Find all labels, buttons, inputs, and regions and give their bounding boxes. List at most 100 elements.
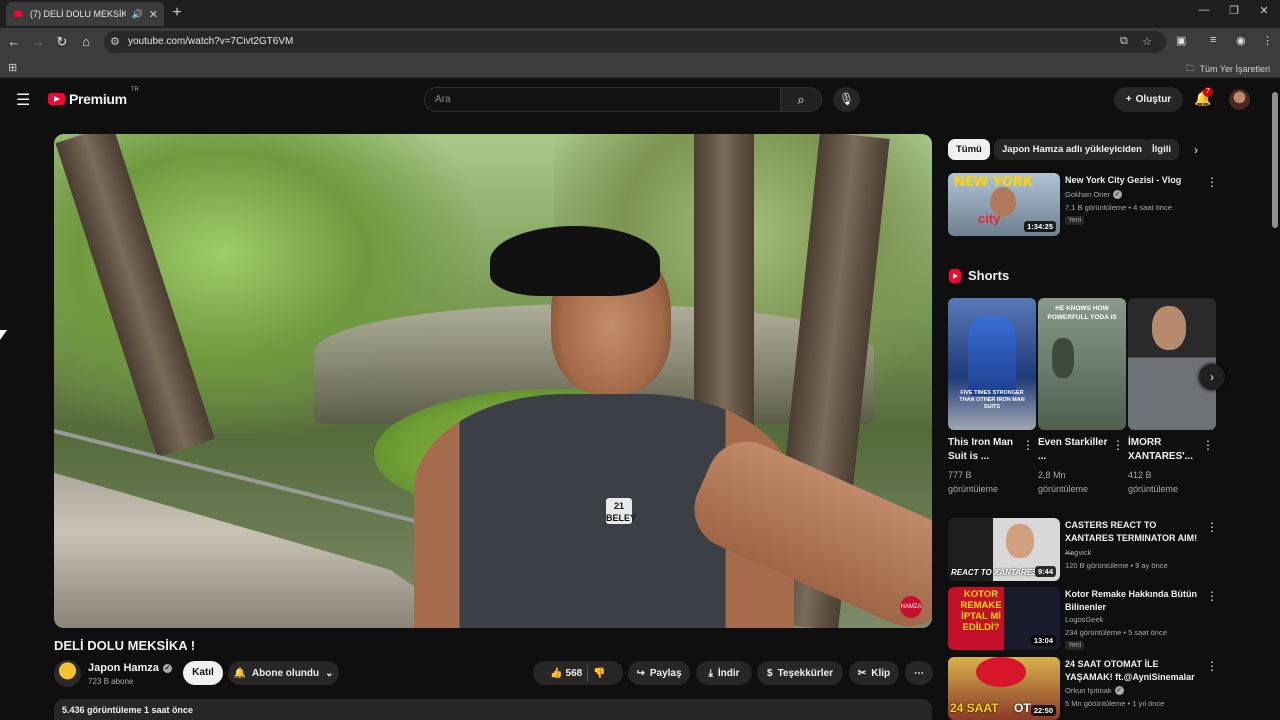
voice-search-button[interactable]: 🎙 [833, 87, 860, 112]
create-button[interactable]: + Oluştur [1114, 87, 1183, 112]
recommendation-channel: Gokhan Oner [1065, 190, 1111, 199]
subscribed-button[interactable]: 🔔 Abone olundu ⌄ [228, 661, 339, 685]
bell-icon: 🔔 [233, 667, 246, 679]
short-thumbnail[interactable]: FIVE TIMES STRONGER THAN OTHER IRON MAN … [948, 298, 1036, 430]
all-bookmarks-button[interactable]: 🗀 Tüm Yer İşaretleri [1185, 61, 1270, 77]
notifications-button[interactable]: 🔔 7 [1194, 87, 1213, 107]
join-button[interactable]: Katıl [183, 661, 223, 685]
recommendation-thumbnail[interactable]: 24 SAAT OT 22:50 [948, 657, 1060, 720]
close-tab-icon[interactable]: ✕ [149, 8, 158, 21]
short-thumbnail[interactable]: HE KNOWS HOW POWERFULL YODA IS [1038, 298, 1126, 430]
site-info-icon[interactable]: ⚙ [110, 35, 120, 48]
shorts-next-icon[interactable]: › [1199, 364, 1225, 390]
bookmarks-bar: ⊞ 🗀 Tüm Yer İşaretleri [0, 56, 1280, 78]
more-vertical-icon[interactable]: ⋮ [1206, 589, 1218, 603]
recommendation-channel-row: Gokhan Oner ✓ [1065, 190, 1123, 199]
video-player[interactable]: 21 BELEY HAMZA [54, 134, 932, 628]
hamburger-menu-icon[interactable]: ☰ [16, 90, 30, 110]
short-item[interactable]: İMORR XANTARES'... 412 B görüntüleme ⋮ [1128, 298, 1216, 498]
url-text[interactable]: youtube.com/watch?v=7Civt2GT6VM [128, 36, 293, 47]
restore-window-icon[interactable]: ❐ [1224, 4, 1244, 17]
media-control-icon[interactable]: ≡ [1210, 34, 1216, 46]
duration-badge: 9:44 [1034, 566, 1056, 577]
chips-next-icon[interactable]: › [1194, 143, 1198, 157]
chip-related[interactable]: İlgili [1144, 139, 1179, 160]
recommendation-item[interactable]: KOTOR REMAKE İPTAL Mİ EDİLDİ? 13:04 Koto… [948, 587, 1218, 653]
back-arrow-icon[interactable]: ← [6, 34, 22, 50]
mouse-cursor-icon [0, 330, 7, 340]
recommendation-thumbnail[interactable]: REACT TO XANTARES! 9:44 [948, 518, 1060, 581]
like-button[interactable]: 👍 568 [550, 668, 582, 679]
recommendation-title[interactable]: 24 SAAT OTOMAT İLE YAŞAMAK! ft.@AyniSine… [1065, 658, 1205, 684]
more-vertical-icon[interactable]: ⋮ [1206, 659, 1218, 673]
more-vertical-icon[interactable]: ⋮ [1202, 438, 1214, 452]
short-item[interactable]: HE KNOWS HOW POWERFULL YODA IS Even Star… [1038, 298, 1126, 498]
chip-all[interactable]: Tümü [948, 139, 990, 160]
download-icon: ⤓ [708, 667, 713, 679]
chevron-down-icon: ⌄ [325, 667, 334, 679]
bookmark-star-icon[interactable]: ☆ [1142, 35, 1152, 48]
recommendation-channel-row: Orkun Işıtmak ✓ [1065, 686, 1124, 695]
share-button[interactable]: ↪ Paylaş [628, 661, 690, 685]
short-title[interactable]: Even Starkiller ... [1038, 436, 1108, 464]
recommendation-item[interactable]: REACT TO XANTARES! 9:44 CASTERS REACT TO… [948, 518, 1218, 584]
home-icon[interactable]: ⌂ [78, 34, 94, 50]
thumb-figure [1052, 338, 1074, 378]
short-title[interactable]: This Iron Man Suit is ... [948, 436, 1018, 464]
account-avatar[interactable] [1229, 89, 1250, 110]
search-input[interactable]: Ara [424, 87, 781, 112]
sidebar-panel-icon[interactable]: ▣ [1176, 34, 1186, 47]
reload-icon[interactable]: ↻ [54, 34, 70, 50]
recommendation-thumbnail[interactable]: NEW YORK city 1:34:25 [948, 173, 1060, 236]
apps-grid-icon[interactable]: ⊞ [8, 61, 17, 74]
short-title[interactable]: İMORR XANTARES'... [1128, 436, 1198, 464]
recommendation-channel-row: LogosGeek [1065, 615, 1103, 624]
thumb-text: REACT TO XANTARES! [951, 568, 1041, 577]
clip-button[interactable]: ✂ Klip [849, 661, 899, 685]
more-vertical-icon[interactable]: ⋮ [1112, 438, 1124, 452]
omnibox[interactable]: ⚙ youtube.com/watch?v=7Civt2GT6VM ⧉ ☆ [104, 31, 1166, 53]
profile-icon[interactable]: ◉ [1236, 34, 1246, 47]
more-vertical-icon[interactable]: ⋮ [1206, 520, 1218, 534]
recommendation-title[interactable]: Kotor Remake Hakkında Bütün Bilinenler [1065, 588, 1205, 614]
forward-arrow-icon[interactable]: → [30, 34, 46, 50]
more-vertical-icon[interactable]: ⋮ [1022, 438, 1034, 452]
channel-name-row[interactable]: Japon Hamza ✓ [88, 662, 172, 674]
more-vertical-icon[interactable]: ⋮ [1206, 175, 1218, 189]
browser-tab[interactable]: (7) DELİ DOLU MEKSİKA ! 🔊 ✕ [6, 2, 164, 26]
dislike-button[interactable]: 👎 [593, 668, 605, 679]
thanks-label: Teşekkürler [777, 667, 833, 679]
audio-playing-icon[interactable]: 🔊 [132, 9, 143, 20]
more-actions-button[interactable]: ⋯ [905, 661, 933, 685]
short-thumbnail[interactable] [1128, 298, 1216, 430]
chip-from-uploader[interactable]: Japon Hamza adlı yükleyiciden [994, 139, 1150, 160]
recommendation-item[interactable]: NEW YORK city 1:34:25 New York City Gezi… [948, 173, 1218, 239]
minimize-window-icon[interactable]: — [1194, 4, 1214, 16]
channel-watermark[interactable]: HAMZA [900, 596, 922, 618]
youtube-logo[interactable]: Premium TR [48, 87, 139, 107]
notification-badge: 7 [1203, 87, 1213, 97]
download-label: İndir [717, 667, 740, 679]
recommendation-title[interactable]: New York City Gezisi - Vlog [1065, 174, 1205, 187]
install-app-icon[interactable]: ⧉ [1120, 35, 1128, 48]
recommendation-thumbnail[interactable]: KOTOR REMAKE İPTAL Mİ EDİLDİ? 13:04 [948, 587, 1060, 650]
page-scrollbar[interactable] [1270, 80, 1280, 720]
video-person-hat [490, 226, 660, 296]
logo-country: TR [130, 87, 139, 93]
search-button[interactable]: ⌕ [781, 87, 822, 112]
channel-avatar[interactable] [54, 660, 81, 687]
close-window-icon[interactable]: ✕ [1254, 4, 1274, 17]
thumb-text: NEW YORK [954, 175, 1033, 190]
thumb-face [1152, 306, 1186, 350]
new-tab-button[interactable]: + [168, 4, 186, 22]
thanks-button[interactable]: $ Teşekkürler [757, 661, 843, 685]
browser-menu-icon[interactable]: ⋮ [1262, 34, 1273, 47]
duration-badge: 22:50 [1030, 705, 1056, 716]
scrollbar-thumb[interactable] [1272, 92, 1278, 228]
description-box[interactable]: 5.436 görüntüleme 1 saat önce [54, 699, 932, 720]
channel-name[interactable]: Japon Hamza [88, 662, 159, 674]
short-item[interactable]: FIVE TIMES STRONGER THAN OTHER IRON MAN … [948, 298, 1036, 498]
recommendation-item[interactable]: 24 SAAT OT 22:50 24 SAAT OTOMAT İLE YAŞA… [948, 657, 1218, 720]
shorts-heading: Shorts [949, 268, 1009, 283]
download-button[interactable]: ⤓ İndir [696, 661, 752, 685]
